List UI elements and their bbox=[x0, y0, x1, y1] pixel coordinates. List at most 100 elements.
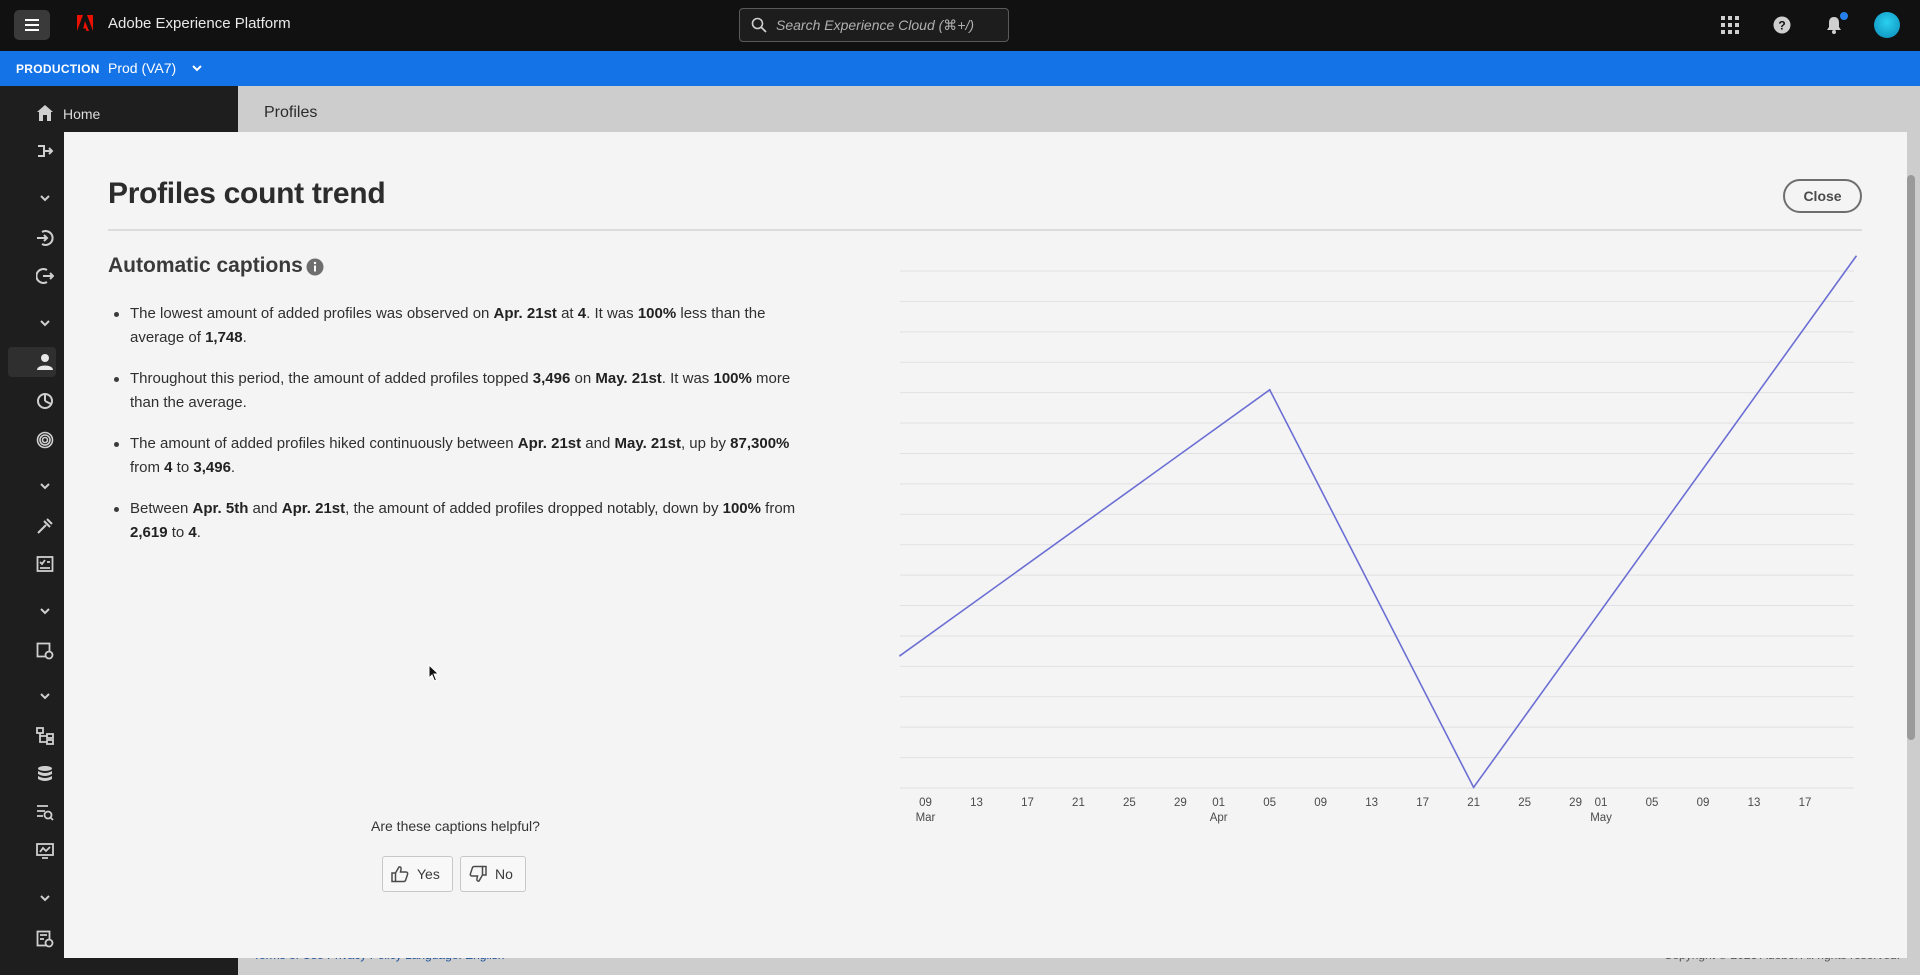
permissions-icon[interactable] bbox=[33, 927, 57, 951]
x-tick-label: 05 bbox=[1263, 797, 1276, 809]
monitoring-icon[interactable] bbox=[33, 800, 57, 824]
profiles-trend-dialog: Profiles count trend Close Automatic cap… bbox=[64, 132, 1907, 958]
close-button[interactable]: Close bbox=[1783, 179, 1862, 213]
x-tick-label: 05 bbox=[1646, 797, 1659, 809]
x-tick-label: 25 bbox=[1518, 797, 1531, 809]
page-title: Profiles bbox=[264, 104, 318, 121]
x-tick-label: 17 bbox=[1799, 797, 1812, 809]
caption-highlight: 87,300% bbox=[730, 435, 790, 452]
avatar[interactable] bbox=[1874, 12, 1900, 38]
chevron-down-icon[interactable] bbox=[33, 474, 57, 498]
profiles-icon[interactable] bbox=[33, 350, 57, 374]
yes-button[interactable]: Yes bbox=[382, 856, 453, 892]
chevron-down-icon[interactable] bbox=[33, 684, 57, 708]
thumbs-up-icon bbox=[391, 866, 409, 883]
chevron-down-icon[interactable] bbox=[33, 311, 57, 335]
thumbs-down-icon bbox=[469, 865, 487, 882]
segments-icon[interactable] bbox=[33, 389, 57, 413]
nav-home-label[interactable]: Home bbox=[63, 106, 100, 122]
x-tick-label: 21 bbox=[1072, 797, 1085, 809]
x-tick-label: 13 bbox=[1748, 797, 1761, 809]
title-divider bbox=[108, 229, 1862, 231]
page-scrollbar[interactable] bbox=[1907, 175, 1915, 740]
caption-text: , the amount of added profiles dropped n… bbox=[345, 500, 723, 517]
x-tick-label: 17 bbox=[1021, 797, 1034, 809]
caption-highlight: Apr. 21st bbox=[281, 500, 346, 517]
x-tick-label: 01 bbox=[1212, 797, 1225, 809]
data-point bbox=[1268, 388, 1271, 391]
datasets-flow-icon[interactable] bbox=[33, 724, 57, 748]
caption-text: . bbox=[242, 329, 247, 346]
chevron-down-icon[interactable] bbox=[33, 186, 57, 210]
caption-highlight: 100% bbox=[722, 500, 761, 517]
caption-highlight: 4 bbox=[188, 524, 197, 541]
chevron-down-icon[interactable] bbox=[33, 886, 57, 910]
info-icon[interactable] bbox=[306, 258, 324, 276]
bell-icon[interactable] bbox=[1822, 10, 1850, 37]
caption-text: Between bbox=[130, 500, 193, 517]
notification-dot bbox=[1838, 10, 1850, 22]
no-button[interactable]: No bbox=[460, 856, 526, 892]
schemas-icon[interactable] bbox=[33, 552, 57, 576]
no-label: No bbox=[495, 866, 513, 882]
menu-icon[interactable] bbox=[14, 10, 50, 40]
feedback-question: Are these captions helpful? bbox=[371, 818, 540, 834]
identities-icon[interactable] bbox=[33, 428, 57, 452]
sources-icon[interactable] bbox=[33, 226, 57, 250]
caption-item: Throughout this period, the amount of ad… bbox=[108, 367, 808, 415]
x-month-label: Apr bbox=[1210, 812, 1228, 824]
chevron-down-icon[interactable] bbox=[33, 599, 57, 623]
x-tick-label: 09 bbox=[919, 797, 932, 809]
data-point bbox=[899, 654, 901, 657]
sandbox-switcher[interactable]: Prod (VA7) bbox=[108, 60, 176, 76]
x-tick-label: 09 bbox=[1314, 797, 1327, 809]
caption-highlight: Apr. 21st bbox=[517, 435, 582, 452]
environment-label: PRODUCTION bbox=[16, 62, 100, 76]
caption-text: . It was bbox=[586, 305, 638, 322]
workflows-icon[interactable] bbox=[33, 139, 57, 163]
dialog-title: Profiles count trend bbox=[108, 177, 386, 210]
data-point bbox=[1472, 786, 1475, 789]
caption-highlight: 4 bbox=[164, 459, 173, 476]
caption-item: Between Apr. 5th and Apr. 21st, the amou… bbox=[108, 497, 808, 545]
x-tick-label: 29 bbox=[1569, 797, 1582, 809]
caption-item: The amount of added profiles hiked conti… bbox=[108, 432, 808, 480]
caption-text: . bbox=[230, 459, 236, 476]
caption-highlight: Apr. 21st bbox=[493, 305, 557, 322]
caption-highlight: Apr. 5th bbox=[192, 500, 249, 517]
x-tick-label: 13 bbox=[1365, 797, 1378, 809]
profiles-trend-chart: 02004006008001K1.2K1.4K1.6K1.8K2K2.2K2.4… bbox=[899, 255, 1857, 824]
chevron-down-icon[interactable] bbox=[190, 61, 204, 75]
settings-icon[interactable] bbox=[33, 639, 57, 663]
adobe-logo[interactable] bbox=[77, 15, 93, 33]
caption-text: , up by bbox=[680, 435, 731, 452]
apps-grid-icon[interactable] bbox=[1718, 13, 1742, 37]
sandbox-bar: PRODUCTION Prod (VA7) bbox=[0, 51, 1920, 86]
series-line bbox=[899, 255, 1857, 789]
destinations-icon[interactable] bbox=[33, 264, 57, 288]
datasets-icon[interactable] bbox=[33, 762, 57, 786]
caption-text: from bbox=[761, 500, 796, 517]
caption-text: from bbox=[130, 459, 165, 476]
caption-highlight: 100% bbox=[637, 305, 677, 322]
caption-item: The lowest amount of added profiles was … bbox=[108, 302, 808, 350]
caption-text: The lowest amount of added profiles was … bbox=[130, 305, 494, 322]
help-icon[interactable]: ? bbox=[1770, 13, 1794, 37]
x-tick-label: 21 bbox=[1467, 797, 1480, 809]
captions-list: The lowest amount of added profiles was … bbox=[108, 302, 808, 562]
caption-highlight: 2,619 bbox=[130, 524, 168, 541]
search-icon bbox=[751, 17, 767, 33]
caption-text: on bbox=[570, 370, 596, 387]
x-month-label: May bbox=[1590, 812, 1612, 824]
x-tick-label: 17 bbox=[1416, 797, 1429, 809]
dashboards-icon[interactable] bbox=[33, 839, 57, 863]
home-icon[interactable] bbox=[33, 101, 57, 125]
search-input[interactable]: Search Experience Cloud (⌘+/) bbox=[739, 8, 1009, 42]
queries-icon[interactable] bbox=[33, 514, 57, 538]
x-tick-label: 29 bbox=[1174, 797, 1187, 809]
caption-highlight: 1,748 bbox=[205, 329, 243, 346]
caption-text: to bbox=[172, 459, 194, 476]
caption-text: and bbox=[581, 435, 615, 452]
app-title[interactable]: Adobe Experience Platform bbox=[108, 15, 291, 32]
caption-text: The amount of added profiles hiked conti… bbox=[130, 435, 518, 452]
